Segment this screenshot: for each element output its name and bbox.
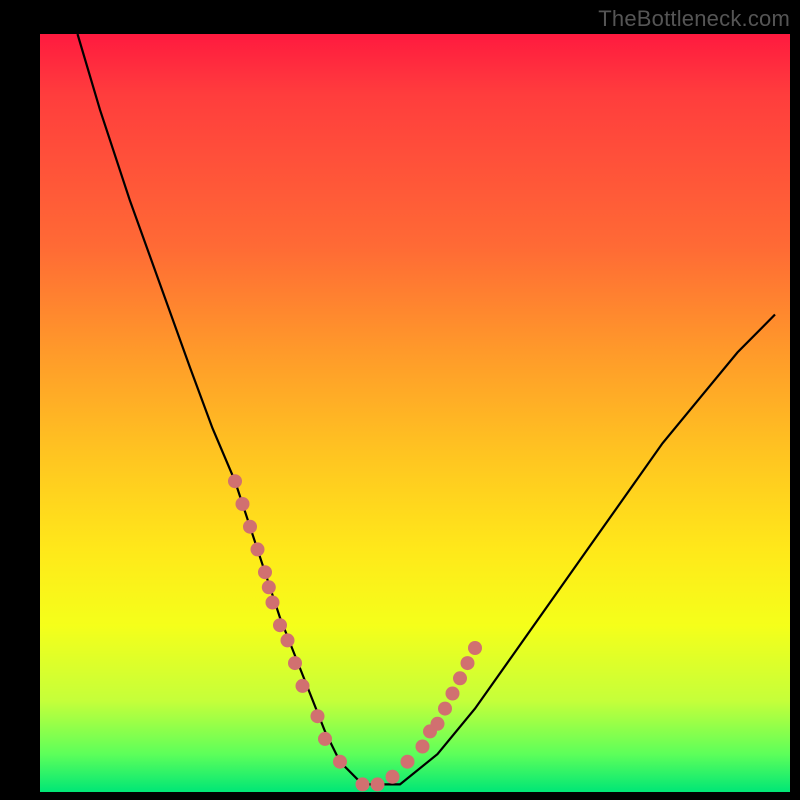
chart-svg (40, 34, 790, 792)
data-point (243, 520, 257, 534)
data-point (288, 656, 302, 670)
data-point (262, 580, 276, 594)
data-point (446, 687, 460, 701)
data-point (281, 633, 295, 647)
data-point (453, 671, 467, 685)
watermark-text: TheBottleneck.com (598, 6, 790, 32)
data-point (431, 717, 445, 731)
data-point (438, 702, 452, 716)
data-point (258, 565, 272, 579)
data-point (236, 497, 250, 511)
data-point (401, 755, 415, 769)
data-point (461, 656, 475, 670)
bottleneck-curve (78, 34, 776, 784)
data-point (356, 777, 370, 791)
data-point (318, 732, 332, 746)
data-point (416, 740, 430, 754)
plot-area (40, 34, 790, 792)
data-point (371, 777, 385, 791)
data-point (273, 618, 287, 632)
data-point (228, 474, 242, 488)
data-point (333, 755, 347, 769)
data-point (296, 679, 310, 693)
chart-frame: TheBottleneck.com (0, 0, 800, 800)
data-point (311, 709, 325, 723)
data-point (266, 596, 280, 610)
data-point (468, 641, 482, 655)
data-point (251, 542, 265, 556)
data-point (386, 770, 400, 784)
curve-dots (228, 474, 482, 791)
